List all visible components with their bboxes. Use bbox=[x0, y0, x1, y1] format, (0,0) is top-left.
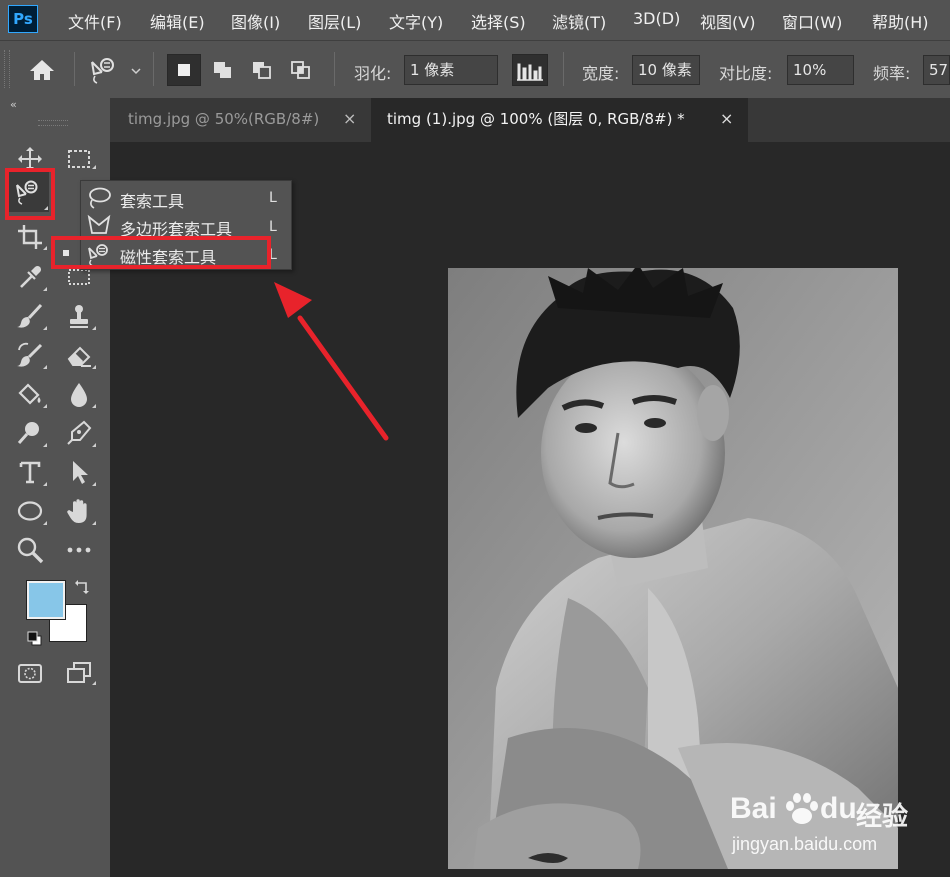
magnetic-lasso-icon[interactable] bbox=[86, 54, 120, 86]
add-to-selection-mode-button[interactable] bbox=[206, 54, 240, 86]
feather-input[interactable]: 1 像素 bbox=[404, 55, 498, 85]
path-selection-tool-icon[interactable] bbox=[64, 457, 94, 487]
toolbox-grip bbox=[38, 120, 68, 126]
frequency-label: 频率: bbox=[873, 64, 911, 83]
ellipse-tool-icon[interactable] bbox=[15, 496, 45, 526]
blur-tool-icon[interactable] bbox=[64, 379, 94, 409]
watermark-brand-bai: Bai bbox=[730, 792, 777, 825]
tool-group-corner-icon bbox=[92, 521, 96, 525]
menu-window[interactable]: 窗口(W) bbox=[782, 9, 842, 33]
flyout-item-label: 套索工具 bbox=[120, 192, 185, 211]
edge-contrast-toggle-icon[interactable] bbox=[512, 54, 548, 86]
portrait-image bbox=[448, 268, 898, 869]
tab-close-icon[interactable]: × bbox=[720, 98, 733, 142]
baidu-paw-icon bbox=[786, 793, 818, 824]
tool-group-corner-icon bbox=[43, 365, 47, 369]
menu-edit[interactable]: 编辑(E) bbox=[150, 9, 205, 33]
flyout-item-shortcut: L bbox=[269, 219, 277, 235]
history-brush-tool-icon[interactable] bbox=[15, 340, 45, 370]
tab-timg-jpg-label: timg.jpg @ 50%(RGB/8#) bbox=[128, 110, 320, 128]
eyedropper-tool-icon[interactable] bbox=[15, 262, 45, 292]
foreground-color-swatch[interactable] bbox=[26, 580, 66, 620]
menu-view[interactable]: 视图(V) bbox=[700, 9, 755, 33]
tool-group-corner-icon bbox=[92, 404, 96, 408]
lasso-tool-highlight-box bbox=[5, 168, 55, 220]
divider bbox=[563, 52, 564, 86]
feather-label: 羽化: bbox=[354, 64, 392, 83]
magnetic-lasso-highlight-box bbox=[51, 236, 271, 269]
watermark-brand-du: du bbox=[820, 792, 857, 825]
contrast-input[interactable]: 10% bbox=[787, 55, 854, 85]
baidu-jingyan-watermark: Bai du 经验 jingyan.baidu.com bbox=[716, 790, 909, 860]
annotation-arrow-icon bbox=[274, 282, 389, 441]
watermark-url: jingyan.baidu.com bbox=[732, 834, 878, 854]
type-tool-icon[interactable] bbox=[15, 457, 45, 487]
more-tools-icon[interactable] bbox=[64, 535, 94, 565]
divider bbox=[334, 52, 335, 86]
screen-mode-icon[interactable] bbox=[64, 658, 94, 688]
tool-group-corner-icon bbox=[43, 521, 47, 525]
menu-help[interactable]: 帮助(H) bbox=[872, 9, 929, 33]
width-input[interactable]: 10 像素 bbox=[632, 55, 700, 85]
crop-tool-icon[interactable] bbox=[15, 222, 45, 252]
contrast-label: 对比度: bbox=[719, 64, 773, 83]
pen-tool-icon[interactable] bbox=[64, 418, 94, 448]
eraser-tool-icon[interactable] bbox=[64, 340, 94, 370]
photoshop-logo: Ps bbox=[8, 5, 38, 33]
dodge-tool-icon[interactable] bbox=[15, 418, 45, 448]
polygonal-lasso-icon bbox=[86, 214, 112, 238]
canvas-photo[interactable] bbox=[448, 268, 898, 869]
tool-group-corner-icon bbox=[43, 482, 47, 486]
tool-preset-chevron-down-icon[interactable] bbox=[129, 63, 143, 77]
options-bar-grip bbox=[4, 50, 10, 88]
tool-group-corner-icon bbox=[92, 326, 96, 330]
tool-group-corner-icon bbox=[43, 326, 47, 330]
paint-bucket-tool-icon[interactable] bbox=[15, 379, 45, 409]
menu-layer[interactable]: 图层(L) bbox=[308, 9, 361, 33]
tool-group-corner-icon bbox=[43, 443, 47, 447]
default-colors-icon[interactable] bbox=[26, 630, 44, 648]
clone-stamp-tool-icon[interactable] bbox=[64, 301, 94, 331]
tool-group-corner-icon bbox=[92, 482, 96, 486]
menu-image[interactable]: 图像(I) bbox=[231, 9, 280, 33]
quick-mask-icon[interactable] bbox=[15, 658, 45, 688]
tool-group-corner-icon bbox=[92, 365, 96, 369]
lasso-icon bbox=[86, 186, 112, 210]
hand-tool-icon[interactable] bbox=[64, 496, 94, 526]
width-label: 宽度: bbox=[582, 64, 620, 83]
swap-colors-icon[interactable] bbox=[73, 579, 91, 597]
tool-group-corner-icon bbox=[43, 404, 47, 408]
menu-file[interactable]: 文件(F) bbox=[68, 9, 122, 33]
divider bbox=[153, 52, 154, 86]
subtract-from-selection-mode-button[interactable] bbox=[245, 54, 279, 86]
tab-timg-1-jpg-label: timg (1).jpg @ 100% (图层 0, RGB/8#) * bbox=[387, 110, 685, 128]
frequency-input[interactable]: 57 bbox=[923, 55, 950, 85]
rectangular-marquee-tool-icon[interactable] bbox=[64, 144, 94, 174]
watermark-brand-jingyan: 经验 bbox=[856, 802, 909, 832]
tool-group-corner-icon bbox=[92, 681, 96, 685]
menu-filter[interactable]: 滤镜(T) bbox=[552, 9, 606, 33]
tool-group-corner-icon bbox=[92, 443, 96, 447]
flyout-item-shortcut: L bbox=[269, 190, 277, 206]
toolbox-collapse-icon[interactable]: ‹‹ bbox=[10, 98, 17, 111]
tab-close-icon[interactable]: × bbox=[343, 98, 356, 142]
tool-group-corner-icon bbox=[92, 165, 96, 169]
home-icon[interactable] bbox=[27, 56, 57, 84]
tool-group-corner-icon bbox=[43, 246, 47, 250]
brush-tool-icon[interactable] bbox=[15, 301, 45, 331]
menu-type[interactable]: 文字(Y) bbox=[389, 9, 443, 33]
new-selection-mode-button[interactable] bbox=[167, 54, 201, 86]
tool-group-corner-icon bbox=[43, 287, 47, 291]
menu-select[interactable]: 选择(S) bbox=[471, 9, 526, 33]
intersect-selection-mode-button[interactable] bbox=[284, 54, 318, 86]
zoom-tool-icon[interactable] bbox=[15, 535, 45, 565]
divider bbox=[74, 52, 75, 86]
menu-3d[interactable]: 3D(D) bbox=[633, 9, 680, 28]
